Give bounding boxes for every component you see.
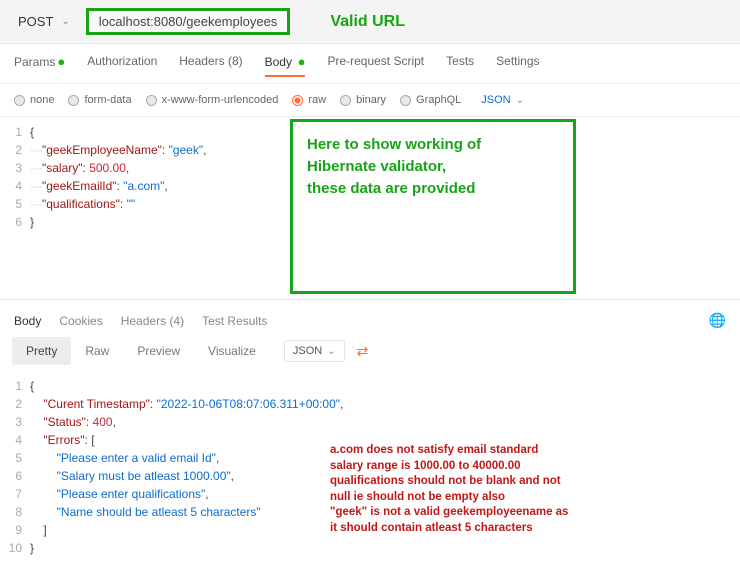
tab-prerequest[interactable]: Pre-request Script [327, 54, 424, 77]
line-gutter: 123456 [0, 123, 30, 231]
code-lines: { ····"geekEmployeeName": "geek", ····"s… [30, 123, 206, 231]
tab-settings[interactable]: Settings [496, 54, 539, 77]
wrap-icon[interactable]: ⇄ [357, 343, 369, 360]
radio-formdata[interactable]: form-data [68, 94, 131, 106]
tab-authorization[interactable]: Authorization [87, 54, 157, 77]
tab-params[interactable]: Params● [14, 54, 65, 77]
globe-icon[interactable]: 🌐 [709, 312, 726, 329]
chevron-down-icon: ⌄ [327, 346, 335, 357]
url-value: localhost:8080/geekemployees [99, 14, 278, 29]
method-select[interactable]: POST ⌄ [10, 10, 78, 33]
chevron-down-icon: ⌄ [516, 95, 524, 106]
request-bar: POST ⌄ localhost:8080/geekemployees Vali… [0, 0, 740, 44]
method-value: POST [18, 14, 53, 29]
resp-tab-tests[interactable]: Test Results [202, 314, 267, 328]
tab-tests[interactable]: Tests [446, 54, 474, 77]
resp-tab-body[interactable]: Body [14, 314, 41, 328]
response-body-editor[interactable]: 12345678910 { "Curent Timestamp": "2022-… [0, 371, 740, 577]
radio-binary[interactable]: binary [340, 94, 386, 106]
body-format-select[interactable]: JSON⌄ [481, 94, 524, 106]
response-format-select[interactable]: JSON⌄ [284, 340, 345, 362]
code-lines: { "Curent Timestamp": "2022-10-06T08:07:… [30, 377, 343, 557]
radio-none[interactable]: none [14, 94, 54, 106]
green-annotation-box: Here to show working of Hibernate valida… [290, 119, 576, 294]
response-view-opts: Pretty Raw Preview Visualize JSON⌄ ⇄ [0, 337, 740, 371]
radio-raw[interactable]: raw [292, 94, 326, 106]
request-body-editor[interactable]: 123456 { ····"geekEmployeeName": "geek",… [0, 117, 740, 291]
tab-headers[interactable]: Headers (8) [179, 54, 242, 77]
chevron-down-icon: ⌄ [61, 16, 69, 27]
view-preview[interactable]: Preview [123, 337, 194, 365]
response-tabs: Body Cookies Headers (4) Test Results 🌐 [0, 300, 740, 337]
view-pretty[interactable]: Pretty [12, 337, 71, 365]
request-tabs: Params● Authorization Headers (8) Body ●… [0, 44, 740, 84]
red-annotation: a.com does not satisfy email standard sa… [330, 443, 630, 536]
resp-tab-headers[interactable]: Headers (4) [121, 314, 184, 328]
resp-tab-cookies[interactable]: Cookies [59, 314, 102, 328]
url-input[interactable]: localhost:8080/geekemployees [86, 8, 291, 35]
view-visualize[interactable]: Visualize [194, 337, 270, 365]
radio-graphql[interactable]: GraphQL [400, 94, 461, 106]
valid-url-annotation: Valid URL [330, 13, 405, 31]
line-gutter: 12345678910 [0, 377, 30, 557]
view-raw[interactable]: Raw [71, 337, 123, 365]
body-type-row: none form-data x-www-form-urlencoded raw… [0, 84, 740, 117]
tab-body[interactable]: Body ● [265, 54, 306, 77]
radio-xwww[interactable]: x-www-form-urlencoded [146, 94, 279, 106]
